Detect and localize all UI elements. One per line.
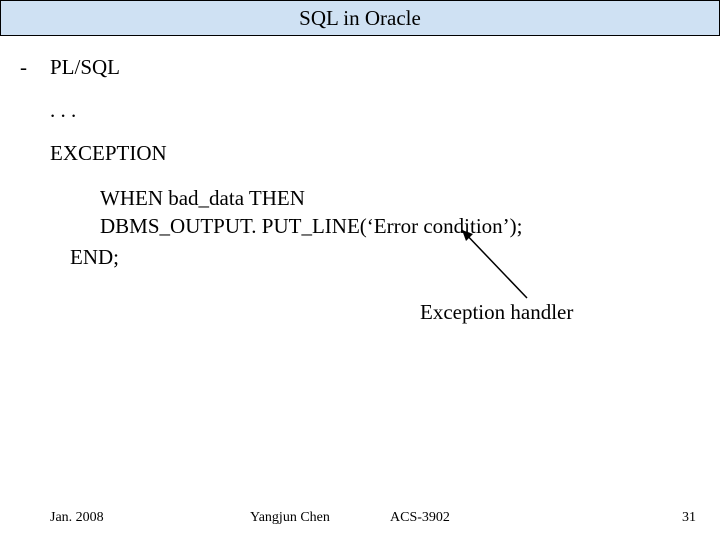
footer-date: Jan. 2008 <box>50 510 104 526</box>
code-line-2: DBMS_OUTPUT. PUT_LINE(‘Error condition’)… <box>100 212 700 240</box>
footer-author: Yangjun Chen <box>250 510 330 526</box>
title-bar: SQL in Oracle <box>0 0 720 36</box>
ellipsis-line: . . . <box>50 98 700 123</box>
code-line-1: WHEN bad_data THEN <box>100 184 700 212</box>
slide-content: - PL/SQL . . . EXCEPTION WHEN bad_data T… <box>20 55 700 270</box>
slide-title: SQL in Oracle <box>299 6 421 31</box>
footer-page: 31 <box>682 510 696 526</box>
code-end: END; <box>70 245 700 270</box>
annotation-label: Exception handler <box>420 300 573 325</box>
bullet-dash: - <box>20 55 50 80</box>
exception-keyword: EXCEPTION <box>50 141 700 166</box>
section-heading: PL/SQL <box>50 55 120 80</box>
footer-course: ACS-3902 <box>390 510 450 526</box>
bullet-line: - PL/SQL <box>20 55 700 80</box>
